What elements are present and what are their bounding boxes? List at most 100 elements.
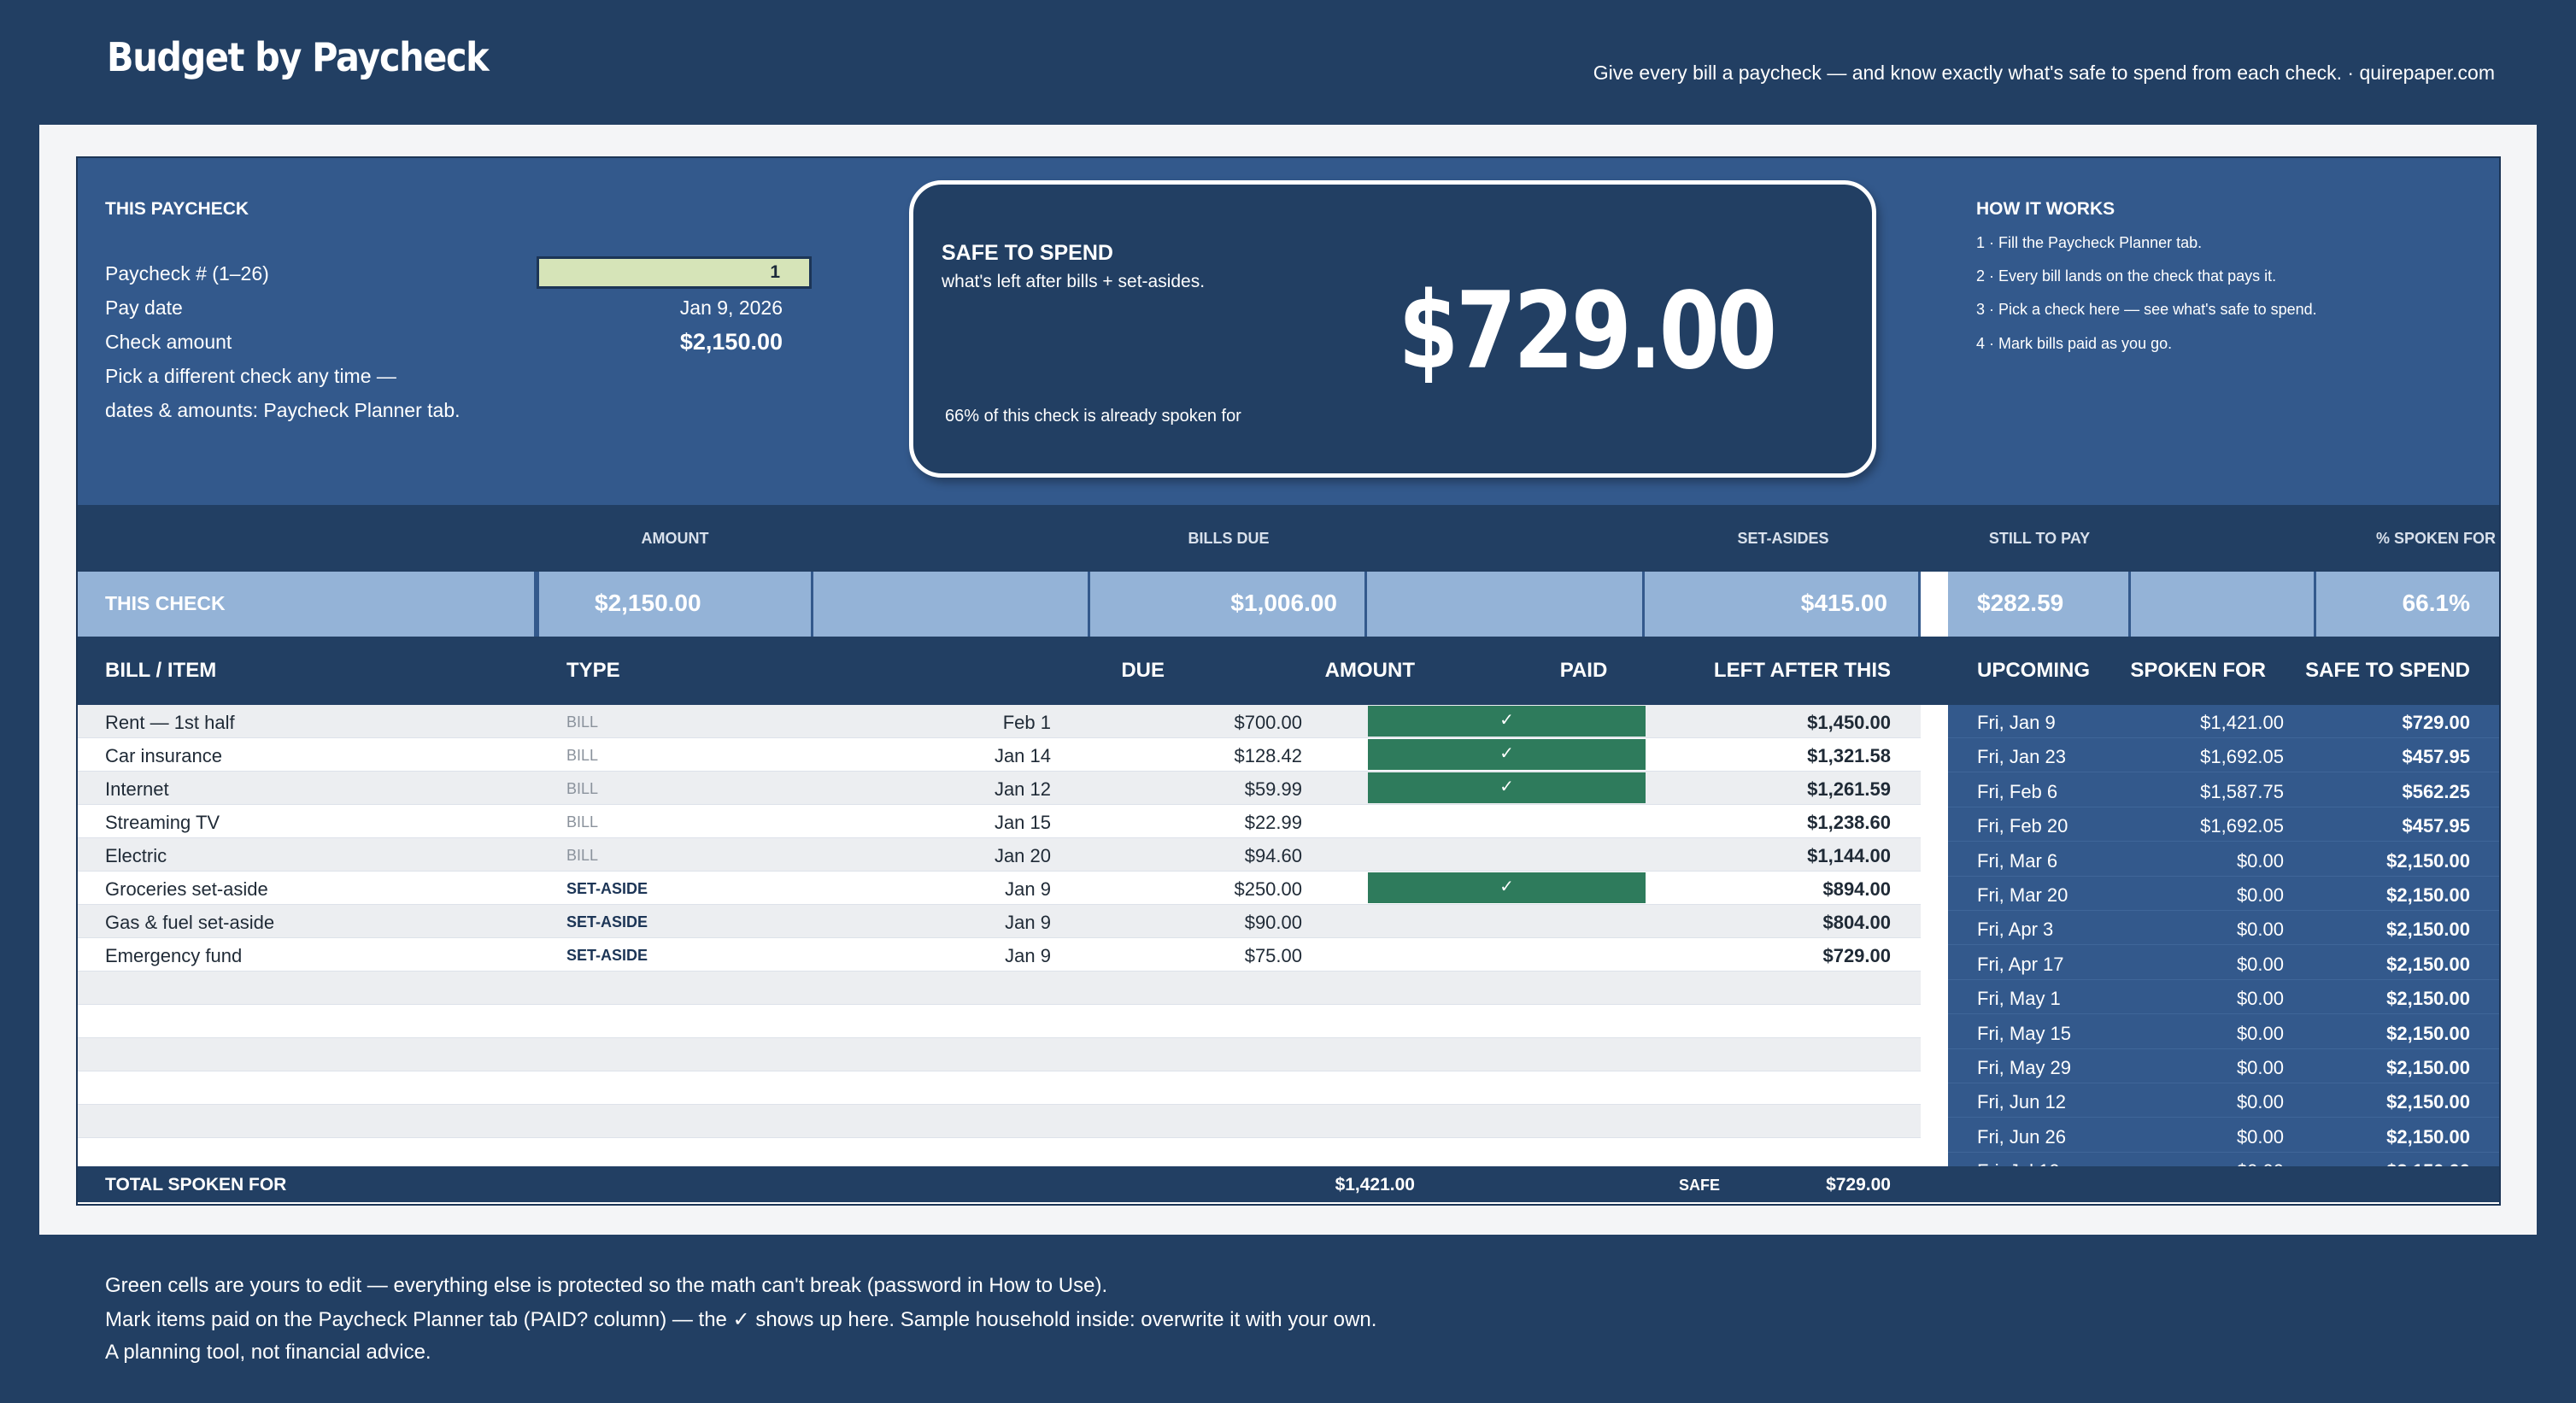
col-due: DUE — [1121, 659, 1165, 682]
bill-amount: $22.99 — [1244, 812, 1302, 833]
upcoming-row: Fri, Jan 23 $1,692.05 $457.95 — [1948, 739, 2499, 772]
safe-note: 66% of this check is already spoken for — [945, 407, 1241, 426]
summary-bills-due-label: BILLS DUE — [1188, 530, 1270, 547]
bill-due: Jan 15 — [994, 812, 1051, 833]
col-amount: AMOUNT — [1324, 659, 1415, 682]
how-step: 4 · Mark bills paid as you go. — [1976, 335, 2173, 352]
safe-to-spend-card: SAFE TO SPEND what's left after bills + … — [909, 180, 1876, 478]
bill-type: SET-ASIDE — [566, 947, 648, 964]
this-check-bills-cell: $1,006.00 — [1090, 572, 1367, 637]
this-check-gap — [1921, 572, 1948, 637]
safe-heading: SAFE TO SPEND — [942, 241, 1113, 265]
upcoming-date: Fri, Mar 6 — [1977, 850, 2058, 872]
upcoming-date: Fri, Apr 17 — [1977, 954, 2064, 975]
upcoming-row: Fri, Jan 9 $1,421.00 $729.00 — [1948, 705, 2499, 738]
table-row: Emergency fund SET-ASIDE Jan 9 $75.00 $729.0… — [78, 938, 1921, 972]
upcoming-date: Fri, Jun 26 — [1977, 1126, 2066, 1148]
bill-left-after: $1,321.58 — [1807, 745, 1891, 766]
footer-line-2: Mark items paid on the Paycheck Planner … — [105, 1308, 1377, 1331]
upcoming-spoken-for: $0.00 — [2236, 884, 2284, 906]
bill-name: Emergency fund — [105, 945, 243, 966]
how-step: 1 · Fill the Paycheck Planner tab. — [1976, 234, 2203, 251]
this-paycheck-heading: THIS PAYCHECK — [105, 199, 249, 219]
upcoming-row: Fri, Feb 20 $1,692.05 $457.95 — [1948, 808, 2499, 842]
upcoming-row: Fri, May 1 $0.00 $2,150.00 — [1948, 981, 2499, 1014]
column-header-band: BILL / ITEM TYPE DUE AMOUNT PAID LEFT AF… — [78, 637, 2499, 705]
bill-type: BILL — [566, 813, 599, 831]
paycheck-number-input[interactable]: 1 — [537, 256, 812, 289]
bill-amount: $90.00 — [1244, 912, 1302, 933]
upcoming-spoken-for: $0.00 — [2236, 1091, 2284, 1112]
table-row: Car insurance BILL Jan 14 $128.42 $1,321.58 ✓ — [78, 738, 1921, 772]
tagline: Give every bill a paycheck — and know ex… — [1593, 62, 2495, 84]
this-check-set-asides: $415.00 — [1800, 590, 1887, 616]
bill-due: Jan 9 — [1005, 878, 1051, 900]
this-check-still-to-pay: $282.59 — [1977, 590, 2064, 616]
bill-type: BILL — [566, 713, 599, 731]
col-upcoming: UPCOMING — [1977, 659, 2090, 682]
bill-type: BILL — [566, 847, 599, 864]
summary-amount-label: AMOUNT — [641, 530, 709, 547]
this-check-blank-cell-3 — [2131, 572, 2316, 637]
col-bill-item: BILL / ITEM — [105, 659, 217, 682]
check-amount-value: $2,150.00 — [679, 329, 783, 355]
upcoming-row: Fri, Feb 6 $1,587.75 $562.25 — [1948, 774, 2499, 807]
this-check-blank-cell — [813, 572, 1090, 637]
col-type: TYPE — [566, 659, 620, 682]
total-safe-label: SAFE — [1679, 1177, 1721, 1194]
bill-name: Car insurance — [105, 745, 222, 766]
table-row — [78, 1105, 1921, 1138]
upcoming-spoken-for: $0.00 — [2236, 850, 2284, 872]
summary-spoken-for-label: % SPOKEN FOR — [2375, 530, 2496, 547]
upcoming-spoken-for: $0.00 — [2236, 1126, 2284, 1148]
bill-left-after: $1,238.60 — [1807, 812, 1891, 833]
bill-due: Jan 9 — [1005, 912, 1051, 933]
bill-type: BILL — [566, 747, 599, 764]
bill-name: Groceries set-aside — [105, 878, 268, 900]
this-check-bills-due: $1,006.00 — [1230, 590, 1337, 616]
how-step: 3 · Pick a check here — see what's safe … — [1976, 301, 2317, 318]
paid-checkmark: ✓ — [1368, 872, 1646, 903]
upcoming-spoken-for: $0.00 — [2236, 919, 2284, 940]
upcoming-date: Fri, Jun 12 — [1977, 1091, 2066, 1112]
this-check-cell: THIS CHECK — [78, 572, 537, 637]
upcoming-date: Fri, Mar 20 — [1977, 884, 2068, 906]
upcoming-safe: $2,150.00 — [2386, 1057, 2470, 1078]
pay-date-label: Pay date — [105, 296, 183, 319]
paid-checkmark: ✓ — [1368, 772, 1646, 803]
bill-left-after: $894.00 — [1822, 878, 1891, 900]
upcoming-date: Fri, May 1 — [1977, 988, 2061, 1009]
bill-amount: $75.00 — [1244, 945, 1302, 966]
upcoming-safe: $2,150.00 — [2386, 884, 2470, 906]
upcoming-spoken-for: $1,421.00 — [2200, 712, 2284, 733]
footer-line-3: A planning tool, not financial advice. — [105, 1341, 431, 1364]
upcoming-date: Fri, Apr 3 — [1977, 919, 2054, 940]
paid-checkmark: ✓ — [1368, 739, 1646, 770]
bill-amount: $700.00 — [1234, 712, 1302, 733]
bill-type: SET-ASIDE — [566, 880, 648, 897]
bill-amount: $128.42 — [1234, 745, 1302, 766]
bill-amount: $94.60 — [1244, 845, 1302, 866]
bill-due: Feb 1 — [1002, 712, 1051, 733]
total-amount: $1,421.00 — [1335, 1175, 1415, 1195]
how-step: 2 · Every bill lands on the check that p… — [1976, 267, 2277, 285]
bill-left-after: $1,144.00 — [1807, 845, 1891, 866]
this-check-still-cell: $282.59 — [1948, 572, 2131, 637]
table-row: Streaming TV BILL Jan 15 $22.99 $1,238.60 — [78, 805, 1921, 838]
bill-name: Internet — [105, 778, 169, 800]
table-row: Groceries set-aside SET-ASIDE Jan 9 $250.00… — [78, 872, 1921, 905]
paycheck-number-label: Paycheck # (1–26) — [105, 262, 269, 285]
upcoming-date: Fri, May 29 — [1977, 1057, 2072, 1078]
bill-name: Streaming TV — [105, 812, 220, 833]
upcoming-safe: $457.95 — [2402, 746, 2470, 767]
col-spoken-for: SPOKEN FOR — [2130, 659, 2266, 682]
col-paid: PAID — [1559, 659, 1608, 682]
upcoming-spoken-for: $0.00 — [2236, 954, 2284, 975]
upcoming-table: Fri, Jan 9 $1,421.00 $729.00 Fri, Jan 23 $1,… — [1948, 705, 2499, 1187]
summary-set-asides-label: SET-ASIDES — [1737, 530, 1829, 547]
upcoming-date: Fri, May 15 — [1977, 1023, 2072, 1044]
upcoming-safe: $2,150.00 — [2386, 988, 2470, 1009]
this-check-set-asides-cell: $415.00 — [1645, 572, 1921, 637]
table-row — [78, 1071, 1921, 1105]
table-row: Rent — 1st half BILL Feb 1 $700.00 $1,450.00… — [78, 705, 1921, 738]
